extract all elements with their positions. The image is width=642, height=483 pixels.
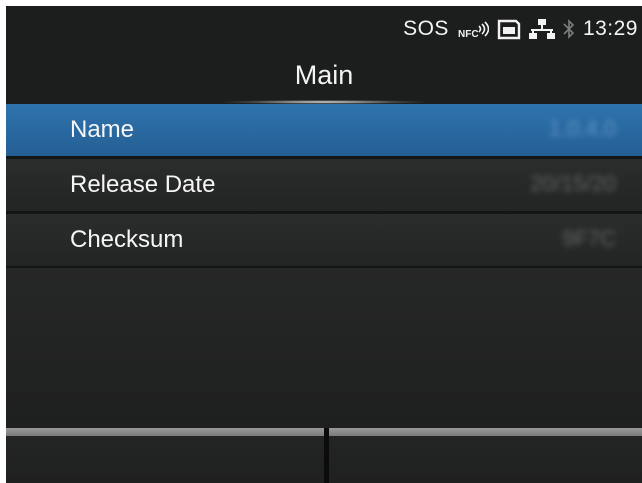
status-icons: SOS NFC 13:29 [403, 16, 638, 42]
sd-card-icon [497, 18, 521, 40]
bluetooth-icon [563, 18, 575, 40]
page-title: Main [294, 60, 354, 90]
softkey-bar [6, 428, 642, 483]
softkey-left[interactable] [6, 428, 324, 483]
printer-display: SOS NFC 13:29 Main Name 1.0.4.0 Release … [6, 6, 642, 483]
menu-item-label: Checksum [70, 226, 184, 253]
softkey-right[interactable] [329, 428, 642, 483]
menu-item-label: Release Date [70, 171, 216, 198]
menu-item-label: Name [70, 116, 135, 143]
menu-item-value: 1.0.4.0 [548, 116, 616, 141]
menu-list: Name 1.0.4.0 Release Date 20/15/20 Check… [6, 104, 642, 269]
menu-item-name[interactable]: Name 1.0.4.0 [6, 104, 642, 159]
nfc-icon: NFC [457, 18, 489, 40]
clock: 13:29 [582, 17, 638, 40]
status-bar: SOS NFC 13:29 [6, 6, 642, 46]
menu-item-release-date[interactable]: Release Date 20/15/20 [6, 159, 642, 214]
menu-item-checksum[interactable]: Checksum 9F7C [6, 214, 642, 269]
sos-indicator: SOS [403, 17, 449, 40]
network-icon [528, 18, 555, 40]
title-area: Main [6, 46, 642, 106]
menu-item-value: 9F7C [562, 226, 616, 251]
empty-list-area [6, 268, 642, 428]
menu-item-value: 20/15/20 [530, 171, 616, 196]
nfc-icon-label: NFC [458, 29, 479, 40]
device-frame: SOS NFC 13:29 Main Name 1.0.4.0 Release … [0, 0, 642, 483]
